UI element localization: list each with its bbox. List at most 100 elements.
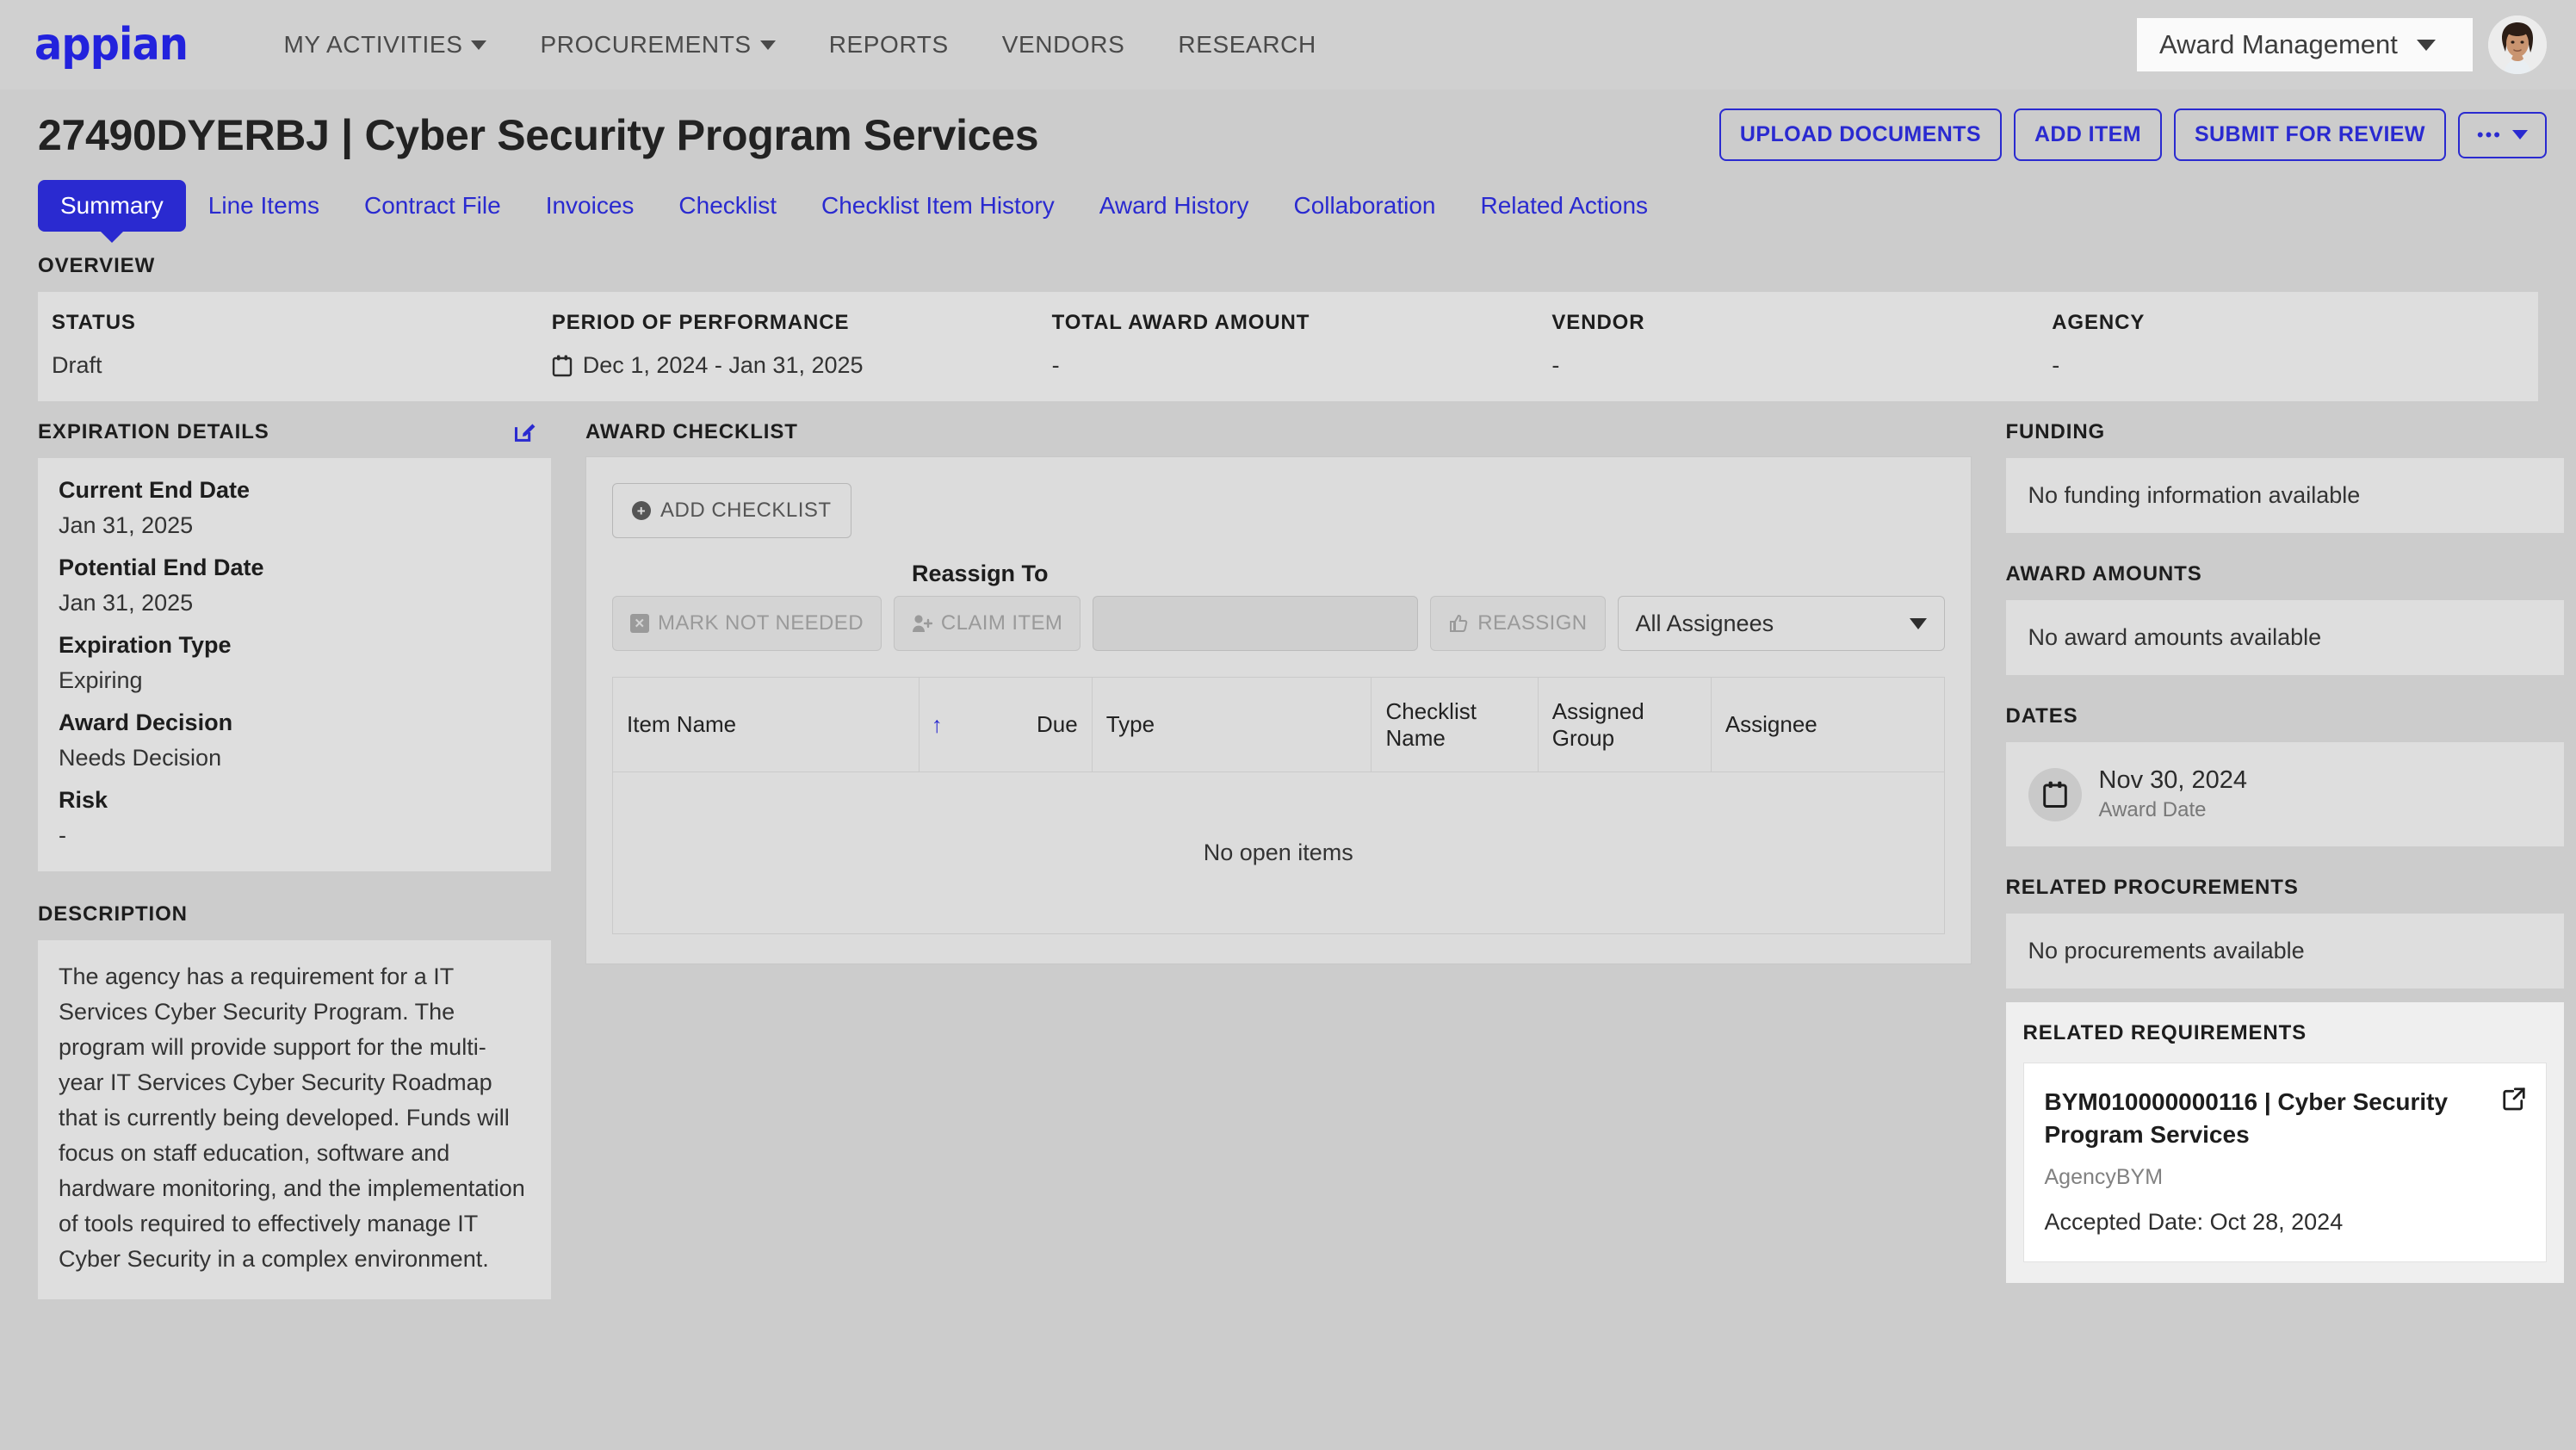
calendar-icon (2028, 767, 2082, 821)
funding-label: FUNDING (2005, 420, 2106, 443)
award-checklist-label: AWARD CHECKLIST (585, 420, 798, 443)
nav-item-procurements[interactable]: PROCUREMENTS (540, 31, 776, 59)
main-content-grid: EXPIRATION DETAILS Current End Date Jan … (0, 401, 2576, 1300)
field-value-expiration-type: Expiring (59, 667, 143, 693)
nav-item-label: PROCUREMENTS (540, 31, 752, 58)
tab-award-history[interactable]: Award History (1077, 180, 1272, 232)
description-text: The agency has a requirement for a IT Se… (59, 964, 525, 1273)
column-header-checklist-name[interactable]: Checklist Name (1371, 677, 1539, 772)
center-column: AWARD CHECKLIST + ADD CHECKLIST Reassign… (551, 420, 2006, 964)
award-amounts-panel: No award amounts available (2005, 600, 2564, 675)
field-label-current-end-date: Current End Date (59, 477, 251, 503)
column-header-assignee[interactable]: Assignee (1710, 677, 1945, 772)
sort-ascending-icon: ↑ (931, 711, 943, 737)
claim-item-label: CLAIM ITEM (940, 611, 1063, 635)
overview-col-header: PERIOD OF PERFORMANCE (551, 311, 850, 334)
assignee-filter-select[interactable]: All Assignees (1617, 596, 1945, 651)
column-header-due[interactable]: ↑ Due (918, 677, 1093, 772)
add-checklist-button[interactable]: + ADD CHECKLIST (612, 483, 851, 538)
nav-item-vendors[interactable]: VENDORS (1002, 31, 1125, 59)
column-header-item-name[interactable]: Item Name (612, 677, 920, 772)
nav-item-research[interactable]: RESEARCH (1178, 31, 1316, 59)
description-panel: The agency has a requirement for a IT Se… (38, 940, 551, 1300)
overview-col-status: STATUS Draft (38, 311, 538, 379)
requirement-agency: AgencyBYM (2044, 1164, 2164, 1189)
plus-circle-icon: + (632, 501, 651, 520)
field-label-expiration-type: Expiration Type (59, 632, 232, 658)
empty-state-message: No open items (612, 771, 1945, 934)
expiration-details-label: EXPIRATION DETAILS (38, 420, 269, 443)
column-header-type[interactable]: Type (1091, 677, 1372, 772)
nav-item-reports[interactable]: REPORTS (829, 31, 949, 59)
add-checklist-label: ADD CHECKLIST (660, 499, 832, 522)
assignee-filter-value: All Assignees (1635, 610, 1774, 636)
submit-for-review-button[interactable]: SUBMIT FOR REVIEW (2173, 108, 2446, 161)
dates-panel: Nov 30, 2024 Award Date (2005, 742, 2564, 846)
edit-pencil-glyph (514, 424, 536, 442)
field-value-potential-end-date: Jan 31, 2025 (59, 590, 194, 616)
tab-related-actions[interactable]: Related Actions (1458, 180, 1670, 232)
overview-col-value: Dec 1, 2024 - Jan 31, 2025 (582, 352, 864, 378)
appian-logo[interactable]: appian (34, 22, 189, 67)
tab-summary[interactable]: Summary (38, 180, 186, 232)
page-action-buttons: UPLOAD DOCUMENTS ADD ITEM SUBMIT FOR REV… (1718, 108, 2547, 161)
dates-label: DATES (2005, 704, 2078, 728)
checklist-action-row: ✕ MARK NOT NEEDED CLAIM ITEM REASSIGN Al… (612, 596, 1945, 651)
checklist-table-head: Item Name ↑ Due Type Checklist Name Assi… (612, 677, 1945, 772)
overview-col-header: STATUS (52, 311, 136, 334)
overview-col-value: - (1551, 352, 1560, 378)
tab-checklist-item-history[interactable]: Checklist Item History (799, 180, 1077, 232)
avatar-image (2488, 15, 2547, 74)
tab-line-items[interactable]: Line Items (186, 180, 342, 232)
more-actions-button[interactable]: ••• (2457, 111, 2547, 158)
column-header-assigned-group[interactable]: Assigned Group (1537, 677, 1712, 772)
calendar-icon (552, 355, 572, 376)
top-navigation-bar: appian MY ACTIVITIES PROCUREMENTS REPORT… (0, 0, 2576, 90)
calendar-glyph (2042, 781, 2067, 808)
tab-bar: Summary Line Items Contract File Invoice… (0, 161, 2576, 232)
overview-col-header: VENDOR (1551, 311, 1645, 334)
related-procurements-label: RELATED PROCUREMENTS (2005, 876, 2299, 899)
reassign-button[interactable]: REASSIGN (1430, 596, 1606, 651)
date-caption: Award Date (2098, 798, 2207, 821)
date-item-award-date: Nov 30, 2024 Award Date (2028, 766, 2542, 822)
overview-col-value: - (1051, 352, 1060, 378)
date-value: Nov 30, 2024 (2098, 766, 2248, 794)
external-link-glyph (2502, 1088, 2525, 1111)
thumb-icon (1450, 614, 1468, 632)
mark-not-needed-label: MARK NOT NEEDED (658, 611, 864, 635)
ellipsis-icon: ••• (2476, 123, 2502, 146)
avatar[interactable] (2488, 15, 2547, 74)
chevron-down-icon (759, 40, 776, 50)
related-procurements-panel: No procurements available (2005, 914, 2564, 988)
overview-col-vendor: VENDOR - (1538, 311, 2038, 379)
date-text-block: Nov 30, 2024 Award Date (2099, 766, 2248, 822)
claim-item-button[interactable]: CLAIM ITEM (893, 596, 1081, 651)
award-checklist-card: + ADD CHECKLIST Reassign To ✕ MARK NOT N… (585, 456, 1972, 964)
related-requirement-card[interactable]: BYM010000000116 | Cyber Security Program… (2022, 1063, 2547, 1262)
add-item-button[interactable]: ADD ITEM (2013, 108, 2162, 161)
field-label-potential-end-date: Potential End Date (59, 555, 264, 580)
chevron-down-icon (471, 40, 487, 50)
related-requirements-label: RELATED REQUIREMENTS (2022, 1021, 2307, 1044)
reassign-label-text: REASSIGN (1477, 611, 1588, 635)
nav-item-my-activities[interactable]: MY ACTIVITIES (283, 31, 487, 59)
tab-collaboration[interactable]: Collaboration (1271, 180, 1458, 232)
tab-contract-file[interactable]: Contract File (342, 180, 523, 232)
upload-documents-button[interactable]: UPLOAD DOCUMENTS (1718, 108, 2002, 161)
overview-col-agency: AGENCY - (2038, 311, 2538, 379)
expiration-details-header: EXPIRATION DETAILS (38, 420, 551, 444)
description-label: DESCRIPTION (38, 902, 188, 926)
column-header-due-label: Due (1037, 711, 1078, 737)
overview-section: OVERVIEW STATUS Draft PERIOD OF PERFORMA… (0, 232, 2576, 401)
field-value-risk: - (59, 822, 66, 848)
tab-checklist[interactable]: Checklist (656, 180, 799, 232)
context-selector-award-management[interactable]: Award Management (2137, 18, 2473, 71)
right-column: FUNDING No funding information available… (2005, 420, 2564, 1283)
edit-pencil-icon[interactable] (513, 420, 537, 444)
mark-not-needed-button[interactable]: ✕ MARK NOT NEEDED (612, 596, 882, 651)
external-link-icon[interactable] (2501, 1086, 2527, 1116)
tab-invoices[interactable]: Invoices (523, 180, 657, 232)
reassign-to-input[interactable] (1093, 596, 1419, 651)
checklist-table: Item Name ↑ Due Type Checklist Name Assi… (612, 677, 1945, 934)
